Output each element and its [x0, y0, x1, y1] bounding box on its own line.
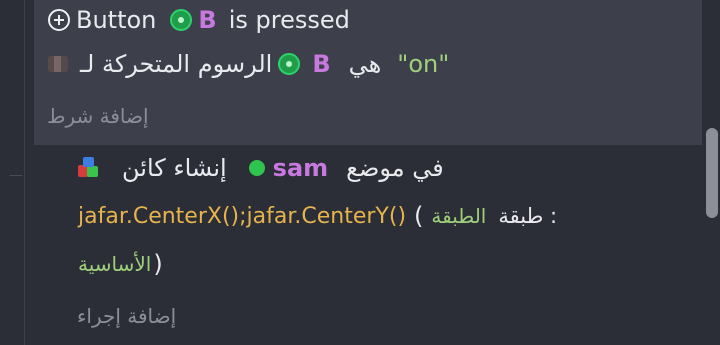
add-action-link[interactable]: إضافة إجراء — [77, 304, 176, 328]
condition-button-pressed[interactable]: Button B is pressed — [48, 6, 350, 34]
left-gutter — [0, 0, 25, 345]
close-paren: ) — [153, 250, 163, 278]
scrollbar-thumb[interactable] — [706, 128, 718, 218]
layer-icon — [48, 56, 68, 72]
create-object-icon — [78, 157, 100, 179]
gamepad-icon — [48, 9, 70, 31]
layer-value[interactable]: الطبقة — [431, 204, 486, 228]
layer-label: طبقة : — [498, 204, 558, 228]
action-params-line-cont: الأساسية ) — [78, 250, 163, 278]
layer-value-cont[interactable]: الأساسية — [78, 252, 151, 276]
action-object-name[interactable]: sam — [273, 154, 329, 182]
green-dot-icon — [248, 160, 265, 176]
animation-verb: هي — [348, 50, 382, 78]
animation-object-name[interactable]: B — [312, 50, 330, 78]
add-condition-link[interactable]: إضافة شرط — [47, 104, 149, 128]
create-label: إنشاء كائن — [122, 154, 227, 182]
animation-value[interactable]: "on" — [397, 50, 449, 78]
add-condition-label: إضافة شرط — [47, 104, 149, 128]
action-params-line[interactable]: jafar.CenterX();jafar.CenterY() ( الطبقة… — [78, 202, 557, 230]
add-action-label: إضافة إجراء — [77, 304, 177, 328]
condition-suffix: is pressed — [228, 6, 350, 34]
action-create-object[interactable]: إنشاء كائن sam في موضع — [78, 154, 444, 182]
condition-object-name[interactable]: B — [198, 6, 216, 34]
condition-animation[interactable]: الرسوم المتحركة لـ B هي "on" — [48, 50, 449, 78]
object-icon — [278, 53, 301, 75]
position-expression[interactable]: jafar.CenterX();jafar.CenterY() — [78, 204, 406, 229]
animation-prefix: الرسوم المتحركة لـ — [80, 50, 273, 78]
object-icon — [170, 9, 193, 31]
location-word: في موضع — [346, 154, 444, 182]
condition-button-word: Button — [76, 6, 157, 34]
open-paren: ( — [414, 202, 424, 230]
gutter-tick — [10, 175, 22, 176]
